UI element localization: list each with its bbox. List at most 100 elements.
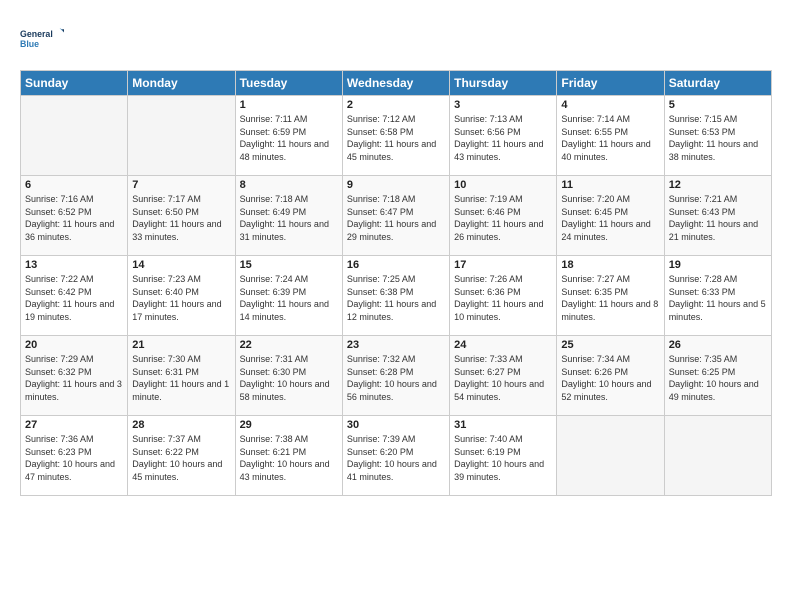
day-info: Sunrise: 7:13 AMSunset: 6:56 PMDaylight:…	[454, 113, 552, 163]
day-cell: 14 Sunrise: 7:23 AMSunset: 6:40 PMDayligh…	[128, 256, 235, 336]
day-info: Sunrise: 7:29 AMSunset: 6:32 PMDaylight:…	[25, 353, 123, 403]
day-info: Sunrise: 7:40 AMSunset: 6:19 PMDaylight:…	[454, 433, 552, 483]
day-info: Sunrise: 7:19 AMSunset: 6:46 PMDaylight:…	[454, 193, 552, 243]
day-number: 16	[347, 259, 445, 271]
day-number: 4	[561, 99, 659, 111]
svg-text:General: General	[20, 29, 53, 39]
day-info: Sunrise: 7:34 AMSunset: 6:26 PMDaylight:…	[561, 353, 659, 403]
day-cell: 25 Sunrise: 7:34 AMSunset: 6:26 PMDayligh…	[557, 336, 664, 416]
day-info: Sunrise: 7:31 AMSunset: 6:30 PMDaylight:…	[240, 353, 338, 403]
day-cell: 7Sunrise: 7:17 AMSunset: 6:50 PMDaylight…	[128, 176, 235, 256]
day-info: Sunrise: 7:37 AMSunset: 6:22 PMDaylight:…	[132, 433, 230, 483]
day-info: Sunrise: 7:16 AMSunset: 6:52 PMDaylight:…	[25, 193, 123, 243]
day-cell	[664, 416, 771, 496]
day-number: 25	[561, 339, 659, 351]
day-number: 6	[25, 179, 123, 191]
day-number: 17	[454, 259, 552, 271]
day-cell: 4 Sunrise: 7:14 AMSunset: 6:55 PMDaylight…	[557, 96, 664, 176]
day-cell: 15 Sunrise: 7:24 AMSunset: 6:39 PMDayligh…	[235, 256, 342, 336]
week-row-2: 6 Sunrise: 7:16 AMSunset: 6:52 PMDaylight…	[21, 176, 772, 256]
day-cell: 1Sunrise: 7:11 AMSunset: 6:59 PMDaylight…	[235, 96, 342, 176]
day-info: Sunrise: 7:27 AMSunset: 6:35 PMDaylight:…	[561, 273, 659, 323]
day-number: 13	[25, 259, 123, 271]
day-header-friday: Friday	[557, 71, 664, 96]
day-number: 23	[347, 339, 445, 351]
day-number: 5	[669, 99, 767, 111]
header: General Blue	[20, 16, 772, 60]
week-row-5: 27 Sunrise: 7:36 AMSunset: 6:23 PMDayligh…	[21, 416, 772, 496]
day-cell: 22 Sunrise: 7:31 AMSunset: 6:30 PMDayligh…	[235, 336, 342, 416]
day-number: 22	[240, 339, 338, 351]
day-number: 30	[347, 419, 445, 431]
day-number: 2	[347, 99, 445, 111]
day-cell: 26 Sunrise: 7:35 AMSunset: 6:25 PMDayligh…	[664, 336, 771, 416]
day-number: 1	[240, 99, 338, 111]
day-number: 14	[132, 259, 230, 271]
day-cell: 27 Sunrise: 7:36 AMSunset: 6:23 PMDayligh…	[21, 416, 128, 496]
day-cell	[128, 96, 235, 176]
day-info: Sunrise: 7:18 AMSunset: 6:47 PMDaylight:…	[347, 193, 445, 243]
day-cell: 17Sunrise: 7:26 AMSunset: 6:36 PMDayligh…	[450, 256, 557, 336]
day-cell: 9Sunrise: 7:18 AMSunset: 6:47 PMDaylight…	[342, 176, 449, 256]
day-info: Sunrise: 7:12 AMSunset: 6:58 PMDaylight:…	[347, 113, 445, 163]
day-number: 29	[240, 419, 338, 431]
svg-text:Blue: Blue	[20, 39, 39, 49]
day-cell	[21, 96, 128, 176]
day-info: Sunrise: 7:20 AMSunset: 6:45 PMDaylight:…	[561, 193, 659, 243]
week-row-4: 20 Sunrise: 7:29 AMSunset: 6:32 PMDayligh…	[21, 336, 772, 416]
day-cell: 23 Sunrise: 7:32 AMSunset: 6:28 PMDayligh…	[342, 336, 449, 416]
day-info: Sunrise: 7:14 AMSunset: 6:55 PMDaylight:…	[561, 113, 659, 163]
day-cell: 3 Sunrise: 7:13 AMSunset: 6:56 PMDaylight…	[450, 96, 557, 176]
day-number: 7	[132, 179, 230, 191]
day-cell: 29 Sunrise: 7:38 AMSunset: 6:21 PMDayligh…	[235, 416, 342, 496]
week-row-3: 13 Sunrise: 7:22 AMSunset: 6:42 PMDayligh…	[21, 256, 772, 336]
day-number: 10	[454, 179, 552, 191]
day-header-tuesday: Tuesday	[235, 71, 342, 96]
day-info: Sunrise: 7:36 AMSunset: 6:23 PMDaylight:…	[25, 433, 123, 483]
day-cell: 11 Sunrise: 7:20 AMSunset: 6:45 PMDayligh…	[557, 176, 664, 256]
day-info: Sunrise: 7:21 AMSunset: 6:43 PMDaylight:…	[669, 193, 767, 243]
day-info: Sunrise: 7:24 AMSunset: 6:39 PMDaylight:…	[240, 273, 338, 323]
day-cell: 5 Sunrise: 7:15 AMSunset: 6:53 PMDaylight…	[664, 96, 771, 176]
day-number: 3	[454, 99, 552, 111]
day-info: Sunrise: 7:23 AMSunset: 6:40 PMDaylight:…	[132, 273, 230, 323]
day-number: 20	[25, 339, 123, 351]
day-cell	[557, 416, 664, 496]
day-number: 8	[240, 179, 338, 191]
day-cell: 18 Sunrise: 7:27 AMSunset: 6:35 PMDayligh…	[557, 256, 664, 336]
day-info: Sunrise: 7:35 AMSunset: 6:25 PMDaylight:…	[669, 353, 767, 403]
day-number: 15	[240, 259, 338, 271]
day-number: 11	[561, 179, 659, 191]
day-header-wednesday: Wednesday	[342, 71, 449, 96]
day-number: 31	[454, 419, 552, 431]
day-header-sunday: Sunday	[21, 71, 128, 96]
day-cell: 20 Sunrise: 7:29 AMSunset: 6:32 PMDayligh…	[21, 336, 128, 416]
day-info: Sunrise: 7:32 AMSunset: 6:28 PMDaylight:…	[347, 353, 445, 403]
day-info: Sunrise: 7:30 AMSunset: 6:31 PMDaylight:…	[132, 353, 230, 403]
logo-svg: General Blue	[20, 16, 64, 60]
day-info: Sunrise: 7:38 AMSunset: 6:21 PMDaylight:…	[240, 433, 338, 483]
day-info: Sunrise: 7:33 AMSunset: 6:27 PMDaylight:…	[454, 353, 552, 403]
header-row: SundayMondayTuesdayWednesdayThursdayFrid…	[21, 71, 772, 96]
day-header-saturday: Saturday	[664, 71, 771, 96]
day-info: Sunrise: 7:25 AMSunset: 6:38 PMDaylight:…	[347, 273, 445, 323]
day-number: 19	[669, 259, 767, 271]
day-info: Sunrise: 7:39 AMSunset: 6:20 PMDaylight:…	[347, 433, 445, 483]
day-number: 27	[25, 419, 123, 431]
day-number: 28	[132, 419, 230, 431]
day-cell: 30 Sunrise: 7:39 AMSunset: 6:20 PMDayligh…	[342, 416, 449, 496]
day-info: Sunrise: 7:22 AMSunset: 6:42 PMDaylight:…	[25, 273, 123, 323]
day-cell: 21Sunrise: 7:30 AMSunset: 6:31 PMDayligh…	[128, 336, 235, 416]
calendar-table: SundayMondayTuesdayWednesdayThursdayFrid…	[20, 70, 772, 496]
day-cell: 16 Sunrise: 7:25 AMSunset: 6:38 PMDayligh…	[342, 256, 449, 336]
page: General Blue SundayMondayTuesdayWednesda…	[0, 0, 792, 506]
day-number: 12	[669, 179, 767, 191]
day-info: Sunrise: 7:15 AMSunset: 6:53 PMDaylight:…	[669, 113, 767, 163]
day-cell: 2 Sunrise: 7:12 AMSunset: 6:58 PMDaylight…	[342, 96, 449, 176]
day-number: 26	[669, 339, 767, 351]
week-row-1: 1Sunrise: 7:11 AMSunset: 6:59 PMDaylight…	[21, 96, 772, 176]
day-cell: 28 Sunrise: 7:37 AMSunset: 6:22 PMDayligh…	[128, 416, 235, 496]
day-cell: 31 Sunrise: 7:40 AMSunset: 6:19 PMDayligh…	[450, 416, 557, 496]
day-cell: 13 Sunrise: 7:22 AMSunset: 6:42 PMDayligh…	[21, 256, 128, 336]
day-number: 18	[561, 259, 659, 271]
